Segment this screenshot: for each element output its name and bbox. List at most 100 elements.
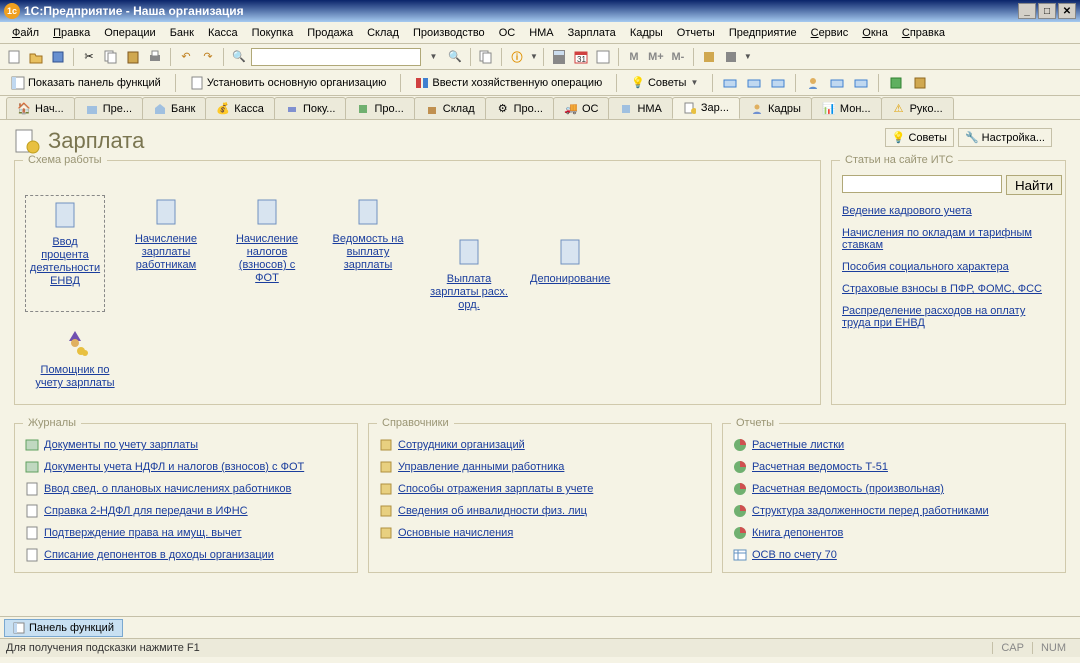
menu-help[interactable]: Справка [896, 25, 951, 41]
ref-link-4[interactable]: Основные начисления [398, 527, 513, 539]
its-link-0[interactable]: Ведение кадрового учета [842, 205, 1055, 217]
journal-link-5[interactable]: Списание депонентов в доходы организации [44, 549, 274, 561]
report-link-0[interactable]: Расчетные листки [752, 439, 844, 451]
menu-operations[interactable]: Операции [98, 25, 161, 41]
tab-monitor[interactable]: 📊Мон... [811, 97, 882, 119]
report-link-1[interactable]: Расчетная ведомость Т-51 [752, 461, 888, 473]
enter-op-button[interactable]: Ввести хозяйственную операцию [408, 73, 609, 93]
menu-intangible[interactable]: НМА [523, 25, 559, 41]
m-minus-icon[interactable]: M- [668, 47, 688, 67]
tab-director[interactable]: ⚠Руко... [881, 97, 954, 119]
menu-file[interactable]: Файл [6, 25, 45, 41]
tab-stock[interactable]: Склад [414, 97, 486, 119]
journal-link-0[interactable]: Документы по учету зарплаты [44, 439, 198, 451]
schedule-icon[interactable] [593, 47, 613, 67]
scheme-link-envd[interactable]: Ввод процента деятельности ЕНВД [28, 236, 102, 288]
tab-fixed-assets[interactable]: 🚚ОС [553, 97, 610, 119]
ref-link-0[interactable]: Сотрудники организаций [398, 439, 525, 451]
scheme-link-sheet[interactable]: Ведомость на выплату зарплаты [328, 233, 408, 272]
page-tips-button[interactable]: 💡Советы [885, 128, 954, 147]
journal-link-3[interactable]: Справка 2-НДФЛ для передачи в ИФНС [44, 505, 248, 517]
tb2-icon-6[interactable] [851, 73, 871, 93]
menu-cash[interactable]: Касса [202, 25, 244, 41]
menu-purchase[interactable]: Покупка [246, 25, 300, 41]
tab-cash[interactable]: 💰Касса [205, 97, 275, 119]
tb2-icon-7[interactable] [886, 73, 906, 93]
tab-intangible[interactable]: НМА [608, 97, 672, 119]
close-button[interactable]: ✕ [1058, 3, 1076, 19]
menu-enterprise[interactable]: Предприятие [723, 25, 803, 41]
tb2-icon-4[interactable] [803, 73, 823, 93]
journal-link-4[interactable]: Подтверждение права на имущ. вычет [44, 527, 242, 539]
scheme-link-payout[interactable]: Выплата зарплаты расх. орд. [429, 273, 509, 312]
journal-link-1[interactable]: Документы учета НДФЛ и налогов (взносов)… [44, 461, 304, 473]
info-icon[interactable]: ⓘ [507, 47, 527, 67]
its-link-4[interactable]: Распределение расходов на оплату труда п… [842, 305, 1055, 329]
save-icon[interactable] [48, 47, 68, 67]
tab-enterprise[interactable]: Пре... [74, 97, 143, 119]
menu-edit[interactable]: Правка [47, 25, 96, 41]
zoom-icon[interactable]: 🔍 [229, 47, 249, 67]
misc-icon-1[interactable] [699, 47, 719, 67]
menu-personnel[interactable]: Кадры [624, 25, 669, 41]
tb2-icon-2[interactable] [744, 73, 764, 93]
its-search-input[interactable] [842, 175, 1002, 193]
calendar-icon[interactable]: 31 [571, 47, 591, 67]
paste-icon[interactable] [123, 47, 143, 67]
maximize-button[interactable]: □ [1038, 3, 1056, 19]
tb2-icon-5[interactable] [827, 73, 847, 93]
m-plus-icon[interactable]: M+ [646, 47, 666, 67]
its-find-button[interactable]: Найти [1006, 175, 1062, 195]
scheme-link-deposit[interactable]: Депонирование [530, 273, 610, 286]
tab-start[interactable]: 🏠Нач... [6, 97, 75, 119]
tips-button[interactable]: 💡 Советы ▼ [624, 73, 705, 93]
set-org-button[interactable]: Установить основную организацию [183, 73, 394, 93]
journal-link-2[interactable]: Ввод свед. о плановых начислениях работн… [44, 483, 291, 495]
page-settings-button[interactable]: 🔧Настройка... [958, 128, 1052, 147]
misc-icon-2[interactable] [721, 47, 741, 67]
new-doc-icon[interactable] [4, 47, 24, 67]
tb2-icon-3[interactable] [768, 73, 788, 93]
show-panel-button[interactable]: Показать панель функций [4, 73, 168, 93]
minimize-button[interactable]: _ [1018, 3, 1036, 19]
report-link-2[interactable]: Расчетная ведомость (произвольная) [752, 483, 944, 495]
tab-bank[interactable]: Банк [142, 97, 206, 119]
tb2-icon-8[interactable] [910, 73, 930, 93]
menu-stock[interactable]: Склад [361, 25, 405, 41]
menu-fixed-assets[interactable]: ОС [493, 25, 522, 41]
search-dropdown-icon[interactable]: ▼ [423, 47, 443, 67]
tab-sale[interactable]: Про... [345, 97, 414, 119]
print-icon[interactable] [145, 47, 165, 67]
menu-service[interactable]: Сервис [805, 25, 855, 41]
menu-sale[interactable]: Продажа [301, 25, 359, 41]
open-icon[interactable] [26, 47, 46, 67]
undo-icon[interactable]: ↶ [176, 47, 196, 67]
report-link-4[interactable]: Книга депонентов [752, 527, 843, 539]
scheme-link-accrual[interactable]: Начисление зарплаты работникам [126, 233, 206, 272]
cut-icon[interactable]: ✂ [79, 47, 99, 67]
tb2-icon-1[interactable] [720, 73, 740, 93]
tab-purchase[interactable]: Поку... [274, 97, 347, 119]
report-link-5[interactable]: ОСВ по счету 70 [752, 549, 837, 561]
menu-production[interactable]: Производство [407, 25, 491, 41]
its-link-2[interactable]: Пособия социального характера [842, 261, 1055, 273]
redo-icon[interactable]: ↷ [198, 47, 218, 67]
menu-windows[interactable]: Окна [856, 25, 894, 41]
scheme-link-helper[interactable]: Помощник по учету зарплаты [35, 364, 115, 390]
ref-link-2[interactable]: Способы отражения зарплаты в учете [398, 483, 593, 495]
report-link-3[interactable]: Структура задолженности перед работникам… [752, 505, 989, 517]
menu-payroll[interactable]: Зарплата [562, 25, 622, 41]
search-go-icon[interactable]: 🔍 [445, 47, 465, 67]
ref-link-1[interactable]: Управление данными работника [398, 461, 564, 473]
tab-payroll[interactable]: Зар... [672, 97, 740, 119]
tab-production[interactable]: ⚙Про... [485, 97, 554, 119]
menu-bank[interactable]: Банк [164, 25, 200, 41]
clone-icon[interactable] [476, 47, 496, 67]
m-large-icon[interactable]: M [624, 47, 644, 67]
copy-icon[interactable] [101, 47, 121, 67]
ref-link-3[interactable]: Сведения об инвалидности физ. лиц [398, 505, 587, 517]
its-link-1[interactable]: Начисления по окладам и тарифным ставкам [842, 227, 1055, 251]
its-link-3[interactable]: Страховые взносы в ПФР, ФОМС, ФСС [842, 283, 1055, 295]
tab-personnel[interactable]: Кадры [739, 97, 812, 119]
scheme-link-taxes[interactable]: Начисление налогов (взносов) с ФОТ [227, 233, 307, 285]
